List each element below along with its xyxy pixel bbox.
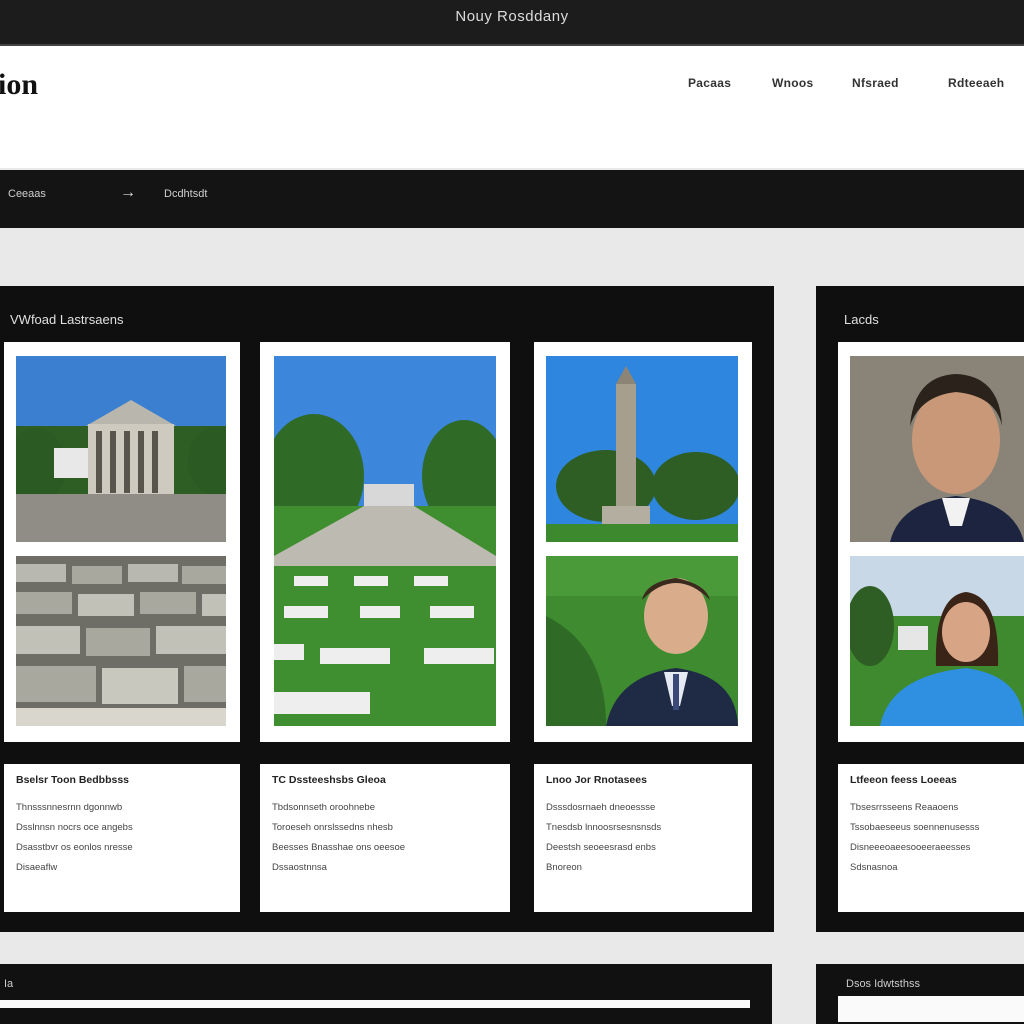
info-card-body: Tbsesrrsseens Reaaoens Tssobaeseeus soen…	[850, 802, 980, 873]
memorial-garden-photo	[274, 356, 496, 726]
info-card-title: Ltfeeon feess Loeeas	[850, 774, 957, 786]
info-card-title: Lnoo Jor Rnotasees	[546, 774, 647, 786]
obelisk-monument-photo	[546, 356, 738, 542]
site-logo[interactable]: ion	[0, 68, 38, 102]
nav-item-1[interactable]: Pacaas	[688, 76, 731, 90]
breadcrumb-item-1[interactable]: Ceeaas	[8, 188, 46, 200]
man-portrait-photo	[546, 556, 738, 726]
gallery-panel: VWfoad Lastrsaens Bselsr Toon Bedbbsss T…	[0, 286, 774, 932]
man-headshot-photo	[850, 356, 1024, 542]
photo-card[interactable]	[260, 342, 510, 742]
stone-blocks-photo	[16, 556, 226, 726]
footer-panel-left: Ia	[0, 964, 772, 1024]
breadcrumb-item-2[interactable]: Dcdhtsdt	[164, 188, 207, 200]
memorial-building-photo	[16, 356, 226, 542]
gallery-title: VWfoad Lastrsaens	[10, 312, 124, 327]
info-card[interactable]: Lnoo Jor Rnotasees Dsssdosrnaeh dneoesss…	[534, 764, 752, 912]
window-title: Nouy Rosddany	[455, 8, 569, 25]
photo-card[interactable]	[534, 342, 752, 742]
info-card-body: Dsssdosrnaeh dneoessse Tnesdsb lnnoosrse…	[546, 802, 662, 873]
footer-left-title: Ia	[4, 978, 14, 990]
nav-item-2[interactable]: Wnoos	[772, 76, 814, 90]
nav-item-4[interactable]: Rdteeaeh	[948, 76, 1004, 90]
photo-card[interactable]	[4, 342, 240, 742]
nav-item-3[interactable]: Nfsraed	[852, 76, 899, 90]
info-card-title: Bselsr Toon Bedbbsss	[16, 774, 129, 786]
footer-right-title: Dsos Idwtsthss	[846, 978, 920, 990]
info-card-body: Tbdsonnseth oroohnebe Toroeseh onrslssed…	[272, 802, 406, 873]
arrow-right-icon: →	[120, 184, 136, 201]
info-card-title: TC Dssteeshsbs Gleoa	[272, 774, 386, 786]
footer-panel-right: Dsos Idwtsthss	[816, 964, 1024, 1024]
footer-right-strip	[838, 996, 1024, 1022]
woman-portrait-photo	[850, 556, 1024, 726]
site-header: ion Pacaas Wnoos Nfsraed Rdteeaeh	[0, 46, 1024, 168]
side-panel-title: Lacds	[844, 312, 879, 327]
footer-left-strip	[0, 1000, 750, 1008]
info-card[interactable]: Bselsr Toon Bedbbsss Thnsssnnesrnn dgonn…	[4, 764, 240, 912]
info-card-body: Thnsssnnesrnn dgonnwb Dsslnnsn nocrs oce…	[16, 802, 133, 873]
window-title-bar: Nouy Rosddany	[0, 0, 1024, 46]
photo-card[interactable]	[838, 342, 1024, 742]
side-panel: Lacds Ltfeeon feess Loeeas Tbsesrrsseens…	[816, 286, 1024, 932]
info-card[interactable]: TC Dssteeshsbs Gleoa Tbdsonnseth oroohne…	[260, 764, 510, 912]
breadcrumb: Ceeaas → Dcdhtsdt	[0, 170, 1024, 228]
info-card[interactable]: Ltfeeon feess Loeeas Tbsesrrsseens Reaao…	[838, 764, 1024, 912]
